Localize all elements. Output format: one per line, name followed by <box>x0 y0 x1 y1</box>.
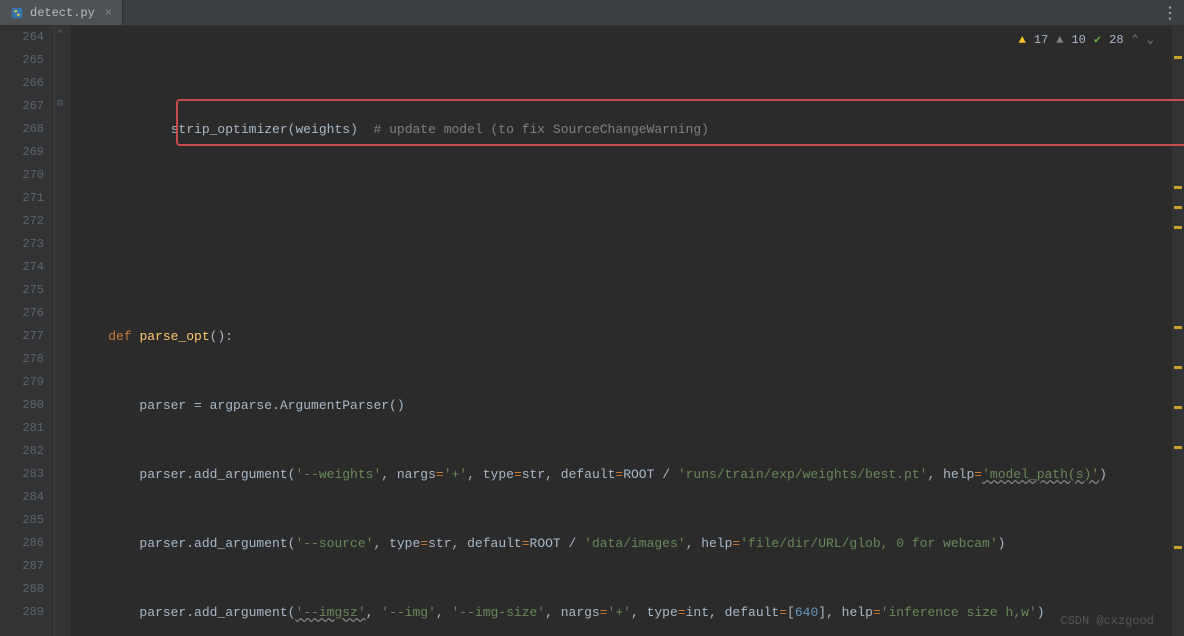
line-number: 270 <box>0 164 44 187</box>
stripe-warning[interactable] <box>1174 226 1182 229</box>
line-number: 281 <box>0 417 44 440</box>
warning-icon: ▲ <box>1019 33 1026 47</box>
python-file-icon <box>10 6 24 20</box>
kebab-menu-icon[interactable]: ⋮ <box>1162 3 1176 23</box>
line-number: 287 <box>0 555 44 578</box>
line-number: 285 <box>0 509 44 532</box>
stripe-warning[interactable] <box>1174 546 1182 549</box>
line-number: 277 <box>0 325 44 348</box>
line-number: 289 <box>0 601 44 624</box>
line-number: 284 <box>0 486 44 509</box>
stripe-warning[interactable] <box>1174 326 1182 329</box>
stripe-warning[interactable] <box>1174 186 1182 189</box>
code-line: def parse_opt(): <box>71 325 1184 348</box>
ok-icon: ✔ <box>1094 32 1101 47</box>
line-number: 268 <box>0 118 44 141</box>
line-number: 288 <box>0 578 44 601</box>
line-number: 266 <box>0 72 44 95</box>
code-line: parser.add_argument('--weights', nargs='… <box>71 463 1184 486</box>
tab-bar: detect.py × ⋮ <box>0 0 1184 26</box>
inspections-widget[interactable]: ▲17 ▲10 ✔28 ⌃ ⌄ <box>1013 30 1160 49</box>
code-line <box>71 256 1184 279</box>
line-number: 282 <box>0 440 44 463</box>
chevron-up-icon[interactable]: ⌃ <box>1132 32 1139 47</box>
line-number: 286 <box>0 532 44 555</box>
code-line <box>71 187 1184 210</box>
line-number: 269 <box>0 141 44 164</box>
error-stripe[interactable] <box>1172 26 1184 636</box>
close-icon[interactable]: × <box>105 6 112 20</box>
stripe-warning[interactable] <box>1174 366 1182 369</box>
line-number: 278 <box>0 348 44 371</box>
watermark-text: CSDN @cxzgood <box>1060 614 1154 628</box>
stripe-warning[interactable] <box>1174 206 1182 209</box>
line-number: 265 <box>0 49 44 72</box>
fold-minus-icon[interactable]: ⊟ <box>57 98 63 110</box>
line-number: 271 <box>0 187 44 210</box>
code-line: strip_optimizer(weights) # update model … <box>71 118 1184 141</box>
line-number: 275 <box>0 279 44 302</box>
line-number: 280 <box>0 394 44 417</box>
stripe-warning[interactable] <box>1174 446 1182 449</box>
weak-warning-icon: ▲ <box>1056 33 1063 47</box>
chevron-down-icon[interactable]: ⌄ <box>1147 32 1154 47</box>
tab-label: detect.py <box>30 6 95 20</box>
stripe-warning[interactable] <box>1174 56 1182 59</box>
line-number: 267 <box>0 95 44 118</box>
line-number: 272 <box>0 210 44 233</box>
line-number: 274 <box>0 256 44 279</box>
fold-gutter: ⌃ ⊟ <box>55 26 71 636</box>
line-number: 279 <box>0 371 44 394</box>
line-number: 273 <box>0 233 44 256</box>
code-area[interactable]: strip_optimizer(weights) # update model … <box>71 26 1184 636</box>
line-number: 276 <box>0 302 44 325</box>
line-number-gutter: 2642652662672682692702712722732742752762… <box>0 26 55 636</box>
line-number: 264 <box>0 26 44 49</box>
editor: 2642652662672682692702712722732742752762… <box>0 26 1184 636</box>
file-tab[interactable]: detect.py × <box>0 0 123 25</box>
code-line: parser.add_argument('--imgsz', '--img', … <box>71 601 1184 624</box>
code-line: parser.add_argument('--source', type=str… <box>71 532 1184 555</box>
fold-up-icon[interactable]: ⌃ <box>57 29 63 41</box>
line-number: 283 <box>0 463 44 486</box>
code-line: parser = argparse.ArgumentParser() <box>71 394 1184 417</box>
stripe-warning[interactable] <box>1174 406 1182 409</box>
